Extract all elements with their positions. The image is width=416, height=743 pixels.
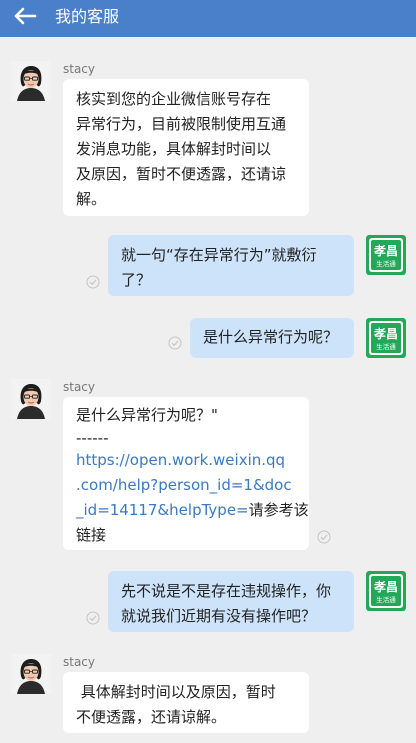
message-text: 具体解封时间以及原因，暂时 — [76, 683, 276, 701]
page-title: 我的客服 — [55, 7, 120, 26]
user-avatar[interactable]: 孝昌 生活通 — [366, 235, 406, 275]
check-circle-icon — [317, 530, 331, 544]
message-text: 是什么异常行为呢？" — [76, 406, 218, 424]
user-avatar[interactable]: 孝昌 生活通 — [366, 571, 406, 611]
message-link[interactable]: .com/help?person_id=1&doc — [76, 473, 297, 498]
message-bubble-incoming[interactable]: 核实到您的企业微信账号存在 异常行为，目前被限制使用互通 发消息功能，具体解封时… — [63, 79, 309, 216]
message-link[interactable]: https://open.work.weixin.qq — [76, 448, 297, 473]
message-text: 请参考该 — [248, 501, 309, 519]
user-avatar-line1: 孝昌 — [373, 579, 398, 594]
message-text: 就说我们近期有没有操作吧？ — [121, 607, 317, 625]
message-text: 链接 — [76, 526, 107, 544]
message-text: ------ — [76, 429, 109, 447]
message-text: 核实到您的企业微信账号存在 — [76, 90, 272, 108]
agent-avatar[interactable] — [11, 654, 51, 694]
agent-avatar[interactable] — [11, 379, 51, 419]
user-avatar-line2: 生活通 — [376, 259, 396, 268]
sender-name: stacy — [63, 380, 96, 394]
user-avatar-line1: 孝昌 — [373, 326, 398, 341]
message-text: 及原因，暂时不便透露，还请谅 — [76, 165, 287, 183]
back-button[interactable] — [6, 3, 40, 33]
sender-name: stacy — [63, 62, 96, 76]
check-circle-icon — [168, 336, 182, 350]
message-text: 了？ — [121, 271, 152, 289]
user-avatar-line2: 生活通 — [376, 342, 396, 351]
message-bubble-incoming[interactable]: 是什么异常行为呢？" ------ https://open.work.weix… — [63, 397, 309, 550]
message-text: 异常行为，目前被限制使用互通 — [76, 115, 287, 133]
message-bubble-outgoing[interactable]: 是什么异常行为呢？ — [190, 318, 354, 358]
message-text: 解。 — [76, 190, 107, 208]
message-text: 不便透露，还请谅解。 — [76, 708, 227, 726]
user-avatar-line1: 孝昌 — [373, 243, 398, 258]
sender-name: stacy — [63, 655, 96, 669]
message-text: 就一句“存在异常行为”就敷衍 — [121, 246, 317, 264]
check-circle-icon — [86, 275, 100, 289]
top-bar: 我的客服 — [0, 0, 416, 37]
message-text: 发消息功能，具体解封时间以 — [76, 140, 272, 158]
message-bubble-outgoing[interactable]: 就一句“存在异常行为”就敷衍 了？ — [108, 235, 354, 296]
user-avatar-line2: 生活通 — [376, 595, 396, 604]
message-text: 是什么异常行为呢？ — [203, 328, 339, 346]
message-bubble-incoming[interactable]: 具体解封时间以及原因，暂时 不便透露，还请谅解。 — [63, 672, 309, 733]
agent-avatar[interactable] — [11, 61, 51, 101]
user-avatar[interactable]: 孝昌 生活通 — [366, 318, 406, 358]
message-bubble-outgoing[interactable]: 先不说是不是存在违规操作，你 就说我们近期有没有操作吧？ — [108, 571, 354, 632]
check-circle-icon — [86, 611, 100, 625]
arrow-left-icon — [14, 7, 37, 25]
message-text: 先不说是不是存在违规操作，你 — [121, 582, 332, 600]
message-link[interactable]: _id=14117&helpType= — [76, 501, 249, 519]
